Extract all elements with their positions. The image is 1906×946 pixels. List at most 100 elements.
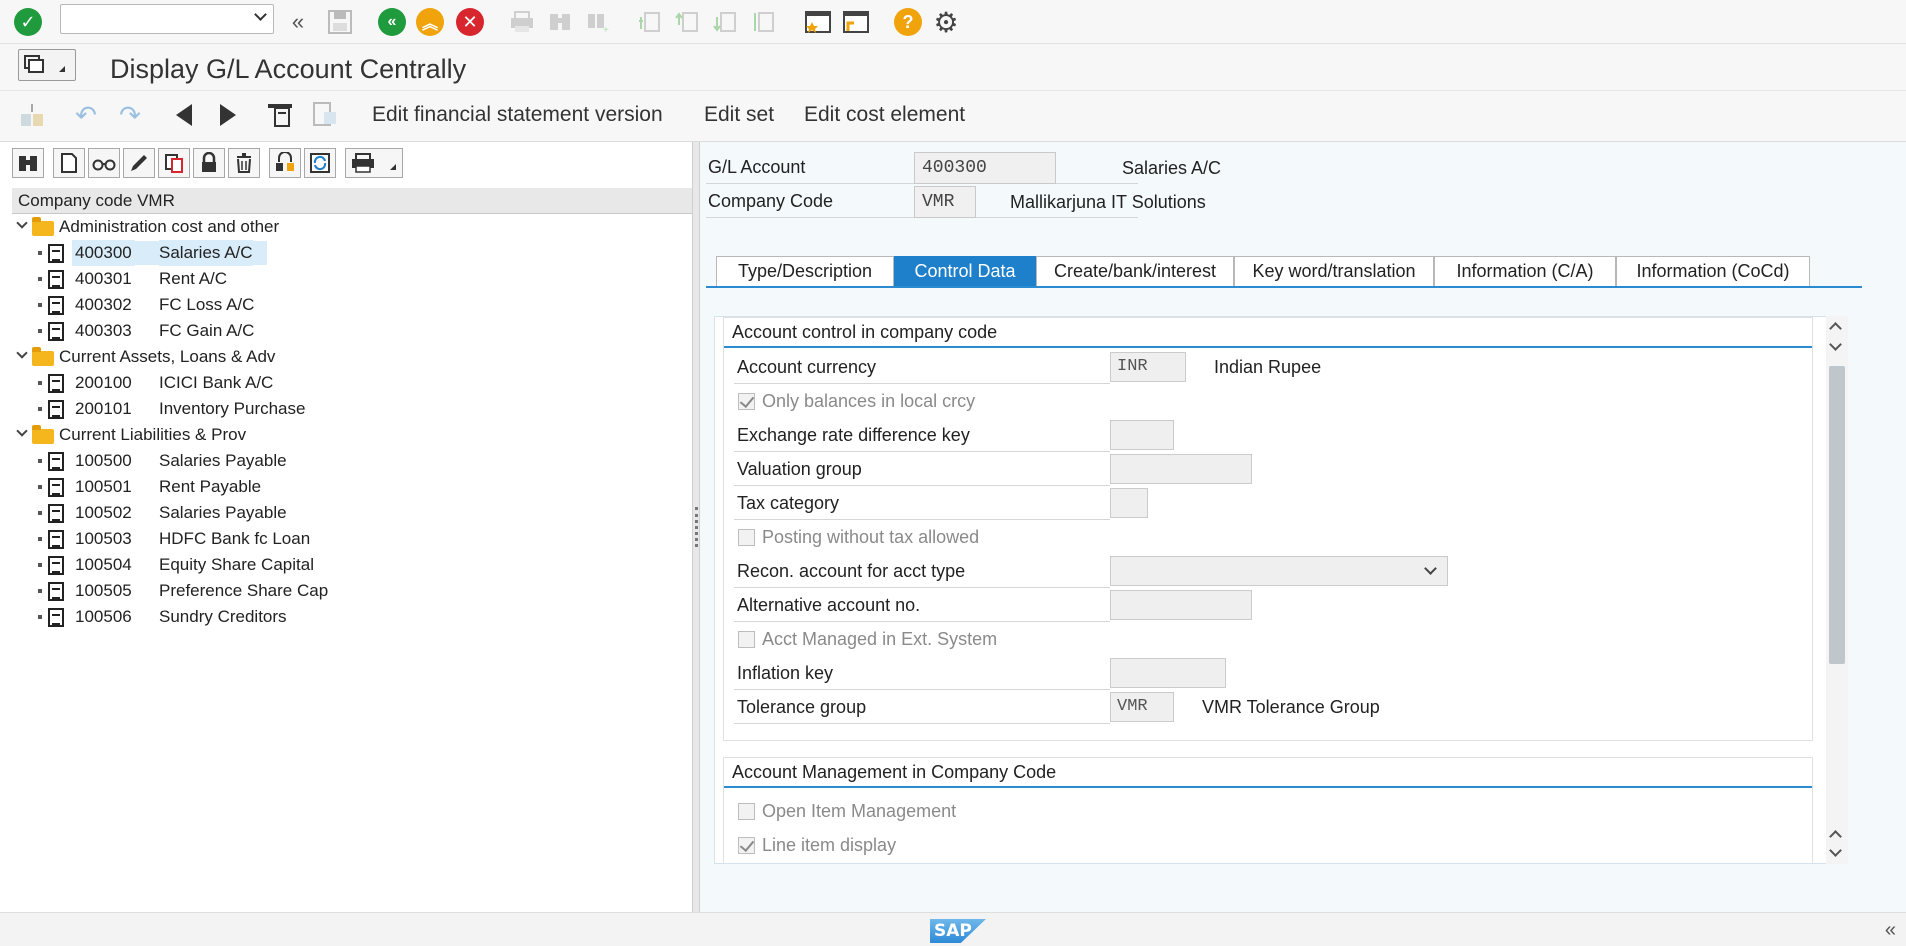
- tree-item-name: Equity Share Capital: [159, 555, 314, 574]
- back-icon[interactable]: «: [376, 6, 408, 38]
- copy-icon[interactable]: [158, 148, 190, 178]
- create-shortcut-icon[interactable]: [840, 6, 872, 38]
- bullet-icon: [38, 329, 42, 333]
- tree-header: Company code VMR: [12, 188, 692, 214]
- where-used-icon[interactable]: [264, 99, 296, 131]
- only-balances-label: Only balances in local crcy: [762, 391, 976, 411]
- enter-icon[interactable]: ✓: [12, 6, 44, 38]
- menu-button[interactable]: [18, 49, 76, 81]
- tree-folder[interactable]: Administration cost and other: [12, 214, 692, 240]
- tree-item[interactable]: 400303 FC Gain A/C: [12, 318, 692, 344]
- cancel-icon[interactable]: ✕: [454, 6, 486, 38]
- tree-folder[interactable]: Current Assets, Loans & Adv: [12, 344, 692, 370]
- alt-account-field[interactable]: [1110, 590, 1252, 620]
- company-code-field[interactable]: VMR: [914, 186, 976, 218]
- only-balances-checkbox[interactable]: [738, 393, 755, 410]
- open-item-checkbox[interactable]: [738, 803, 755, 820]
- refresh-icon[interactable]: [304, 148, 336, 178]
- edit-cost-element-button[interactable]: Edit cost element: [804, 103, 965, 127]
- display-icon[interactable]: [88, 148, 120, 178]
- tree-item[interactable]: 100504 Equity Share Capital: [12, 552, 692, 578]
- vertical-scrollbar[interactable]: [1826, 316, 1848, 864]
- tree-item[interactable]: 400300 Salaries A/C: [12, 240, 692, 266]
- tab-information-c-a[interactable]: Information (C/A): [1434, 256, 1616, 286]
- bullet-icon: [38, 303, 42, 307]
- chevron-down-icon[interactable]: [1424, 562, 1437, 575]
- document-icon: [48, 452, 64, 471]
- settings-icon[interactable]: ⚙: [930, 6, 962, 38]
- tree-item[interactable]: 400302 FC Loss A/C: [12, 292, 692, 318]
- tab-information-cocd[interactable]: Information (CoCd): [1616, 256, 1810, 286]
- tree-item[interactable]: 100505 Preference Share Cap: [12, 578, 692, 604]
- inflation-key-field[interactable]: [1110, 658, 1226, 688]
- scroll-down-icon[interactable]: [1829, 338, 1842, 351]
- exchange-rate-row: Exchange rate difference key: [734, 420, 1110, 452]
- account-currency-field[interactable]: INR: [1110, 352, 1186, 382]
- tree-item[interactable]: 200101 Inventory Purchase: [12, 396, 692, 422]
- exchange-rate-field[interactable]: [1110, 420, 1174, 450]
- help-icon[interactable]: ?: [892, 6, 924, 38]
- last-page-icon: [748, 6, 780, 38]
- chevron-down-icon[interactable]: [16, 217, 28, 229]
- change-icon[interactable]: [123, 148, 155, 178]
- tree-item[interactable]: 400301 Rent A/C: [12, 266, 692, 292]
- recon-account-select[interactable]: [1110, 556, 1448, 586]
- panel-splitter[interactable]: [692, 142, 700, 912]
- tree-item[interactable]: 200100 ICICI Bank A/C: [12, 370, 692, 396]
- delete-icon[interactable]: [228, 148, 260, 178]
- document-icon: [48, 556, 64, 575]
- print-icon: [352, 153, 396, 173]
- tree-item[interactable]: 100501 Rent Payable: [12, 474, 692, 500]
- new-session-icon[interactable]: [802, 6, 834, 38]
- exit-icon[interactable]: ︽: [414, 6, 446, 38]
- tab-create-bank-interest[interactable]: Create/bank/interest: [1036, 256, 1234, 286]
- print-menu-button[interactable]: [345, 148, 403, 178]
- tree-item[interactable]: 100506 Sundry Creditors: [12, 604, 692, 630]
- edit-set-button[interactable]: Edit set: [704, 103, 774, 127]
- bullet-icon: [38, 589, 42, 593]
- chevron-down-icon[interactable]: [254, 8, 267, 21]
- tree-item-code: 100501: [75, 477, 132, 496]
- account-management-title: Account Management in Company Code: [724, 758, 1812, 788]
- previous-icon[interactable]: [168, 99, 200, 131]
- chevron-down-icon[interactable]: [16, 347, 28, 359]
- create-icon[interactable]: [53, 148, 85, 178]
- splitter-grip-icon[interactable]: [695, 507, 698, 547]
- find-next-icon: +: [582, 6, 614, 38]
- next-icon[interactable]: [212, 99, 244, 131]
- valuation-group-field[interactable]: [1110, 454, 1252, 484]
- acct-managed-checkbox[interactable]: [738, 631, 755, 648]
- tab-control-data[interactable]: Control Data: [894, 256, 1036, 286]
- binoculars-icon[interactable]: [12, 148, 44, 178]
- find-icon: [544, 6, 576, 38]
- document-icon: [48, 582, 64, 601]
- tax-category-field[interactable]: [1110, 488, 1148, 518]
- page-up-icon[interactable]: [1829, 830, 1842, 843]
- tree-item[interactable]: 100502 Salaries Payable: [12, 500, 692, 526]
- tree-item-name: FC Gain A/C: [159, 321, 255, 340]
- save-icon[interactable]: [324, 6, 356, 38]
- tab-type-description[interactable]: Type/Description: [716, 256, 894, 286]
- menu-icon: [24, 55, 65, 73]
- tree-item-name: Rent A/C: [159, 269, 228, 288]
- block-icon[interactable]: [193, 148, 225, 178]
- line-item-checkbox[interactable]: [738, 837, 755, 854]
- scroll-up-icon[interactable]: [1829, 322, 1842, 335]
- tab-key-word-translation[interactable]: Key word/translation: [1234, 256, 1434, 286]
- chevron-down-icon[interactable]: [16, 425, 28, 437]
- folder-icon: [32, 425, 54, 444]
- scrollbar-thumb[interactable]: [1829, 366, 1845, 664]
- edit-fsv-button[interactable]: Edit financial statement version: [372, 103, 663, 127]
- page-down-icon[interactable]: [1829, 844, 1842, 857]
- tree-folder[interactable]: Current Liabilities & Prov: [12, 422, 692, 448]
- collapse-command-icon[interactable]: «: [282, 6, 314, 38]
- command-field[interactable]: [60, 4, 274, 34]
- gl-account-field[interactable]: 400300: [914, 152, 1056, 184]
- tax-category-row: Tax category: [734, 488, 1110, 520]
- collapse-status-icon[interactable]: «: [1885, 919, 1896, 942]
- tree-item[interactable]: 100503 HDFC Bank fc Loan: [12, 526, 692, 552]
- tree-item[interactable]: 100500 Salaries Payable: [12, 448, 692, 474]
- posting-without-tax-checkbox[interactable]: [738, 529, 755, 546]
- hierarchy-icon[interactable]: [269, 148, 301, 178]
- tolerance-group-field[interactable]: VMR: [1110, 692, 1174, 722]
